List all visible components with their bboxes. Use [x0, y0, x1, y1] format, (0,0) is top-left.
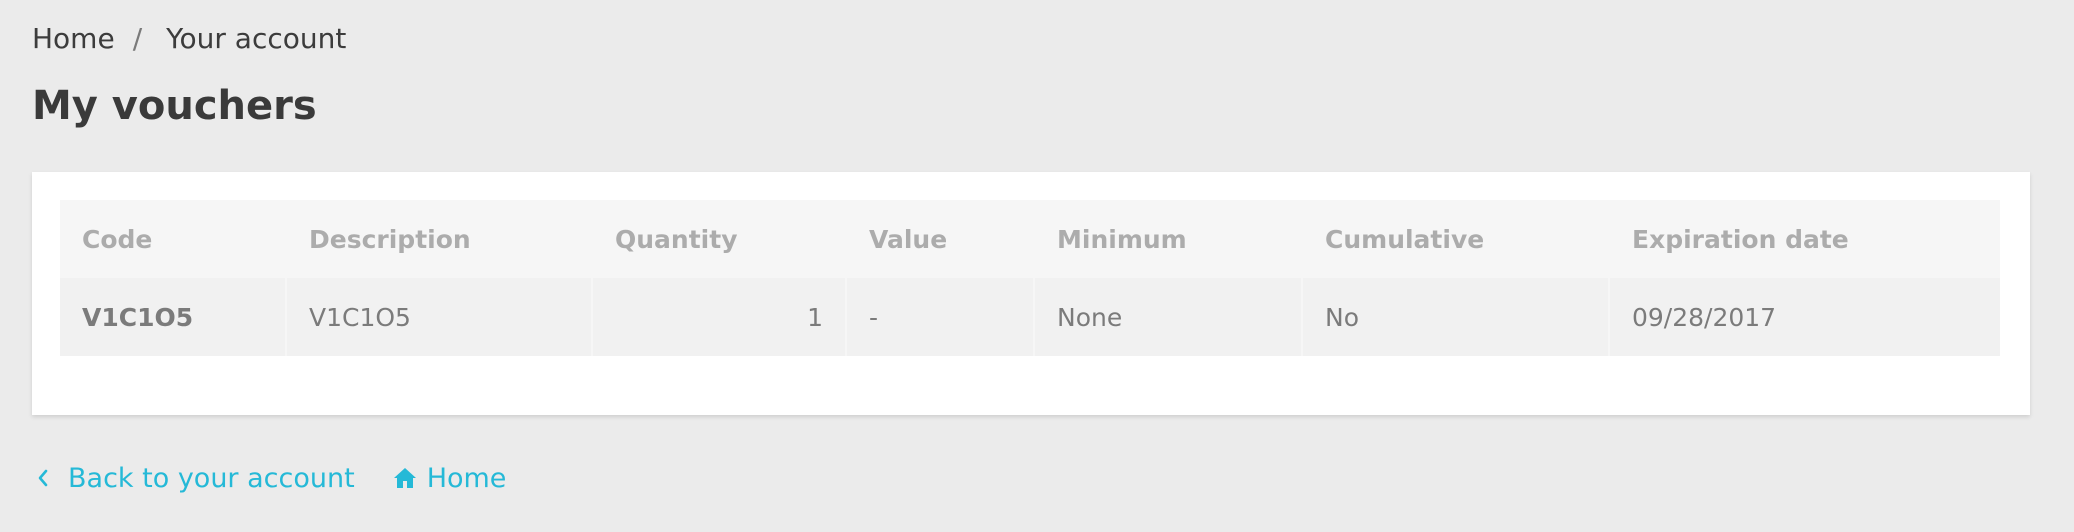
column-header-description: Description	[286, 200, 593, 278]
column-header-quantity: Quantity	[592, 200, 847, 278]
voucher-minimum-cell: None	[1034, 278, 1303, 356]
voucher-code-cell: V1C1O5	[60, 278, 287, 356]
home-link-label: Home	[426, 462, 507, 494]
breadcrumb: Home / Your account	[32, 18, 346, 58]
home-link[interactable]: Home	[391, 462, 507, 494]
chevron-left-icon	[32, 469, 54, 487]
home-icon	[391, 467, 419, 489]
vouchers-card: Code Description Quantity Value Minimum …	[32, 172, 2030, 415]
account-links: Back to your account Home	[32, 458, 506, 498]
column-header-cumulative: Cumulative	[1302, 200, 1610, 278]
breadcrumb-your-account-link[interactable]: Your account	[166, 22, 346, 55]
column-header-code: Code	[60, 200, 287, 278]
column-header-value: Value	[846, 200, 1035, 278]
back-to-account-label: Back to your account	[68, 462, 355, 494]
table-header-row: Code Description Quantity Value Minimum …	[60, 200, 2000, 278]
voucher-quantity-cell: 1	[592, 278, 847, 356]
voucher-value-cell: -	[846, 278, 1035, 356]
column-header-minimum: Minimum	[1034, 200, 1303, 278]
voucher-expiration-date-cell: 09/28/2017	[1609, 278, 2000, 356]
back-to-account-link[interactable]: Back to your account	[32, 463, 355, 494]
table-row: V1C1O5 V1C1O5 1 - None No 09/28/2017	[60, 278, 2000, 356]
page-title: My vouchers	[32, 83, 317, 129]
voucher-cumulative-cell: No	[1302, 278, 1610, 356]
voucher-description-cell: V1C1O5	[286, 278, 593, 356]
breadcrumb-separator: /	[132, 21, 143, 55]
column-header-expiration-date: Expiration date	[1609, 200, 2000, 278]
breadcrumb-home-link[interactable]: Home	[32, 22, 115, 55]
vouchers-table: Code Description Quantity Value Minimum …	[60, 200, 2000, 356]
